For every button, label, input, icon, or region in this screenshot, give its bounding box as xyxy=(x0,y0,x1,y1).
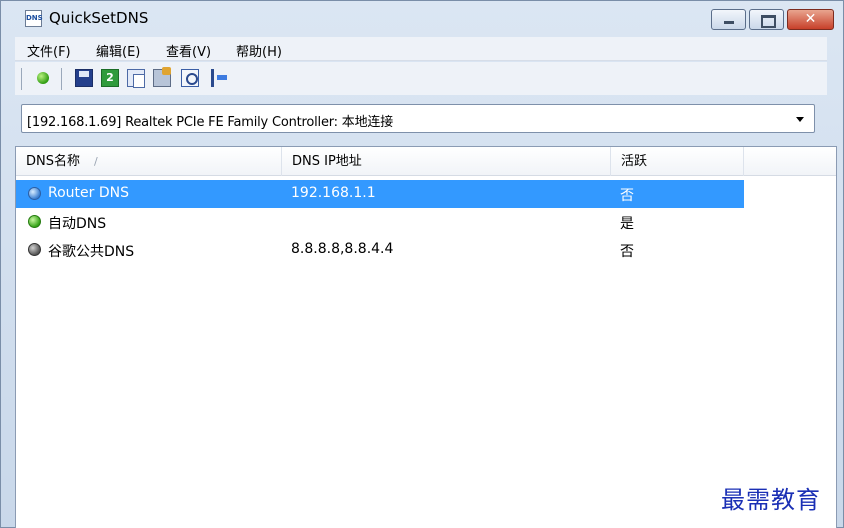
menu-edit[interactable]: 编辑(E) xyxy=(96,41,140,60)
title-bar[interactable]: DNS QuickSetDNS ✕ xyxy=(1,1,843,37)
dns-active-cell: 是 xyxy=(620,216,634,232)
dns-active-cell: 否 xyxy=(620,188,634,204)
column-header-dns-ip[interactable]: DNS IP地址 xyxy=(282,147,611,176)
sort-indicator-icon: / xyxy=(94,155,98,168)
activate-icon[interactable] xyxy=(37,72,49,84)
find-icon[interactable] xyxy=(181,69,199,87)
column-header-dns-name[interactable]: DNS名称 / xyxy=(16,147,282,176)
dns-name-cell: 谷歌公共DNS xyxy=(48,244,135,260)
dns-app-icon: DNS xyxy=(25,10,43,27)
properties-icon[interactable] xyxy=(153,67,171,87)
copy-icon[interactable] xyxy=(127,69,145,88)
status-dot-icon xyxy=(28,187,41,200)
table-row[interactable]: 谷歌公共DNS 8.8.8.8,8.8.4.4 否 xyxy=(16,236,744,264)
refresh-icon[interactable]: 2 xyxy=(101,69,119,87)
table-row[interactable]: Router DNS 192.168.1.1 否 xyxy=(16,180,744,208)
toolbar-separator xyxy=(21,68,22,90)
window-title: QuickSetDNS xyxy=(49,9,149,27)
app-window: DNS QuickSetDNS ✕ 文件(F) 编辑(E) 查看(V) 帮助(H… xyxy=(0,0,844,528)
menu-bar: 文件(F) 编辑(E) 查看(V) 帮助(H) xyxy=(15,37,827,61)
exit-icon[interactable] xyxy=(211,69,229,87)
close-button[interactable]: ✕ xyxy=(787,9,834,30)
menu-help[interactable]: 帮助(H) xyxy=(236,41,282,60)
minimize-button[interactable] xyxy=(711,9,746,30)
list-header: DNS名称 / DNS IP地址 活跃 xyxy=(16,147,836,176)
dns-ip-cell: 8.8.8.8,8.8.4.4 xyxy=(291,241,394,257)
menu-view[interactable]: 查看(V) xyxy=(166,41,211,60)
watermark: 最需教育 xyxy=(721,486,821,514)
column-header-active[interactable]: 活跃 xyxy=(611,147,744,176)
toolbar-separator xyxy=(61,68,62,90)
menu-file[interactable]: 文件(F) xyxy=(27,41,71,60)
adapter-select-value: [192.168.1.69] Realtek PCIe FE Family Co… xyxy=(27,115,393,130)
table-row[interactable]: 自动DNS 是 xyxy=(16,208,744,236)
status-dot-icon xyxy=(28,215,41,228)
maximize-button[interactable] xyxy=(749,9,784,30)
dns-name-cell: 自动DNS xyxy=(48,216,107,232)
network-adapter-select[interactable]: [192.168.1.69] Realtek PCIe FE Family Co… xyxy=(21,104,815,133)
dns-active-cell: 否 xyxy=(620,244,634,260)
chevron-down-icon[interactable] xyxy=(796,117,804,122)
dns-list[interactable]: DNS名称 / DNS IP地址 活跃 Router DNS 192.168.1.… xyxy=(15,146,837,528)
status-dot-icon xyxy=(28,243,41,256)
dns-name-cell: Router DNS xyxy=(48,185,129,201)
toolbar: 2 xyxy=(15,62,827,95)
close-icon: ✕ xyxy=(804,11,817,27)
dns-ip-cell: 192.168.1.1 xyxy=(291,185,376,201)
save-icon[interactable] xyxy=(75,69,93,87)
column-header-label: DNS名称 xyxy=(26,154,80,169)
